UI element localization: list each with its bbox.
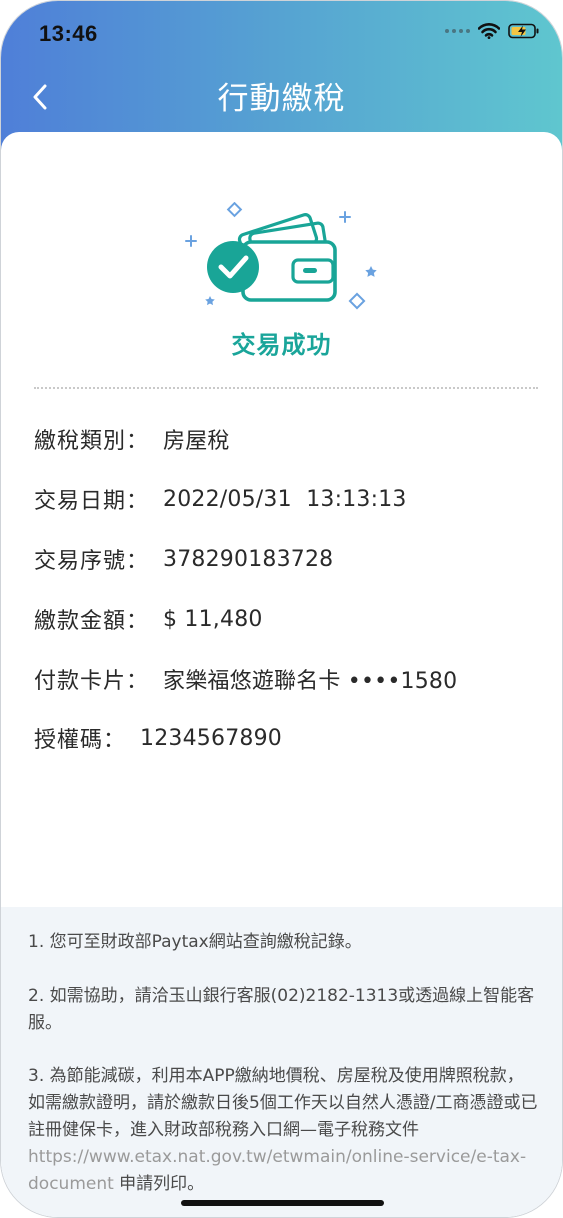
detail-date: 交易日期： 2022/05/31 13:13:13: [34, 483, 407, 515]
receipt-card: 交易成功 繳稅類別： 房屋稅 交易日期： 2022/05/31 13:13:13…: [1, 132, 562, 1217]
note-1: 1. 您可至財政部Paytax網站查詢繳稅記錄。: [28, 932, 362, 952]
wifi-icon: [478, 23, 500, 39]
detail-tax-type: 繳稅類別： 房屋稅: [34, 423, 230, 455]
detail-amount: 繳款金額： $ 11,480: [34, 603, 263, 635]
detail-value: 378290183728: [163, 546, 334, 572]
detail-card: 付款卡片： 家樂福悠遊聯名卡 ••••1580: [34, 663, 457, 695]
detail-label: 繳稅類別：: [34, 429, 150, 454]
note-2: 2. 如需協助，請洽玉山銀行客服(02)2182-1313或透過線上智能客服。: [28, 986, 535, 1033]
wallet-check-icon: [185, 202, 377, 310]
signal-icon: [445, 29, 470, 33]
battery-charging-icon: [508, 23, 539, 39]
detail-label: 授權碼：: [34, 728, 127, 753]
detail-label: 交易日期：: [34, 489, 150, 514]
success-title: 交易成功: [231, 331, 332, 359]
note-3-text: 3. 為節能減碳，利用本APP繳納地價稅、房屋稅及使用牌照稅款，如需繳款證明，請…: [28, 1066, 538, 1140]
detail-label: 繳款金額：: [34, 609, 150, 634]
status-icons: [445, 23, 540, 39]
etax-link[interactable]: https://www.etax.nat.gov.tw/etwmain/onli…: [28, 1147, 526, 1194]
notes-panel: 1. 您可至財政部Paytax網站查詢繳稅記錄。 2. 如需協助，請洽玉山銀行客…: [1, 907, 562, 1217]
home-indicator[interactable]: [181, 1200, 384, 1206]
detail-value: 2022/05/31 13:13:13: [163, 486, 407, 512]
status-time: 13:46: [39, 21, 98, 46]
detail-value: 家樂福悠遊聯名卡 ••••1580: [163, 669, 458, 694]
phone-screen: 13:46 行動繳稅 交易成功 繳稅類別： 房屋稅 交易日期： 2022/05/…: [0, 0, 563, 1218]
divider: [34, 387, 538, 389]
detail-serial: 交易序號： 378290183728: [34, 543, 333, 575]
detail-value: $ 11,480: [163, 606, 263, 632]
detail-label: 付款卡片：: [34, 669, 150, 694]
page-title: 行動繳稅: [217, 81, 346, 117]
note-3: 3. 為節能減碳，利用本APP繳納地價稅、房屋稅及使用牌照稅款，如需繳款證明，請…: [28, 1063, 538, 1198]
detail-value: 1234567890: [140, 725, 282, 751]
detail-value: 房屋稅: [163, 429, 230, 454]
note-3-suffix: 申請列印。: [113, 1174, 205, 1194]
detail-label: 交易序號：: [34, 549, 150, 574]
detail-auth-code: 授權碼： 1234567890: [34, 722, 282, 754]
